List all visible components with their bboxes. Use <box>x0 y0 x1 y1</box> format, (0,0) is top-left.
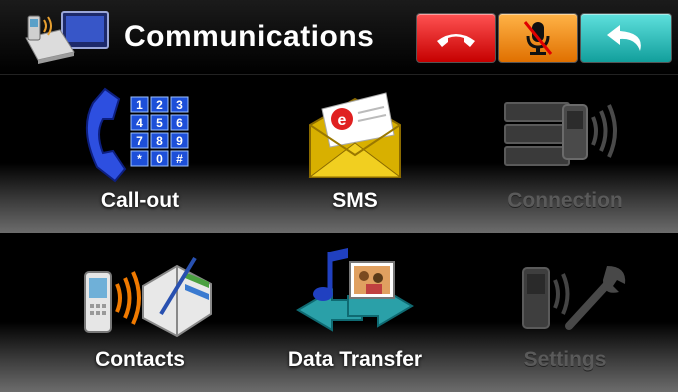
data-transfer-tile[interactable]: Data Transfer <box>255 236 455 392</box>
mute-button[interactable] <box>498 13 578 63</box>
settings-label: Settings <box>523 348 607 371</box>
menu-row-2: Contacts Data Transfer Settings <box>0 236 678 392</box>
header-bar: Communications <box>0 0 678 75</box>
svg-text:2: 2 <box>156 98 163 112</box>
mic-muted-icon <box>523 21 553 55</box>
settings-tile[interactable]: Settings <box>465 236 665 392</box>
data-transfer-label: Data Transfer <box>287 348 423 371</box>
hang-up-icon <box>437 34 475 47</box>
svg-text:e: e <box>338 112 347 129</box>
phone-keypad-icon: 123 456 789 * 0 # <box>85 87 189 183</box>
hang-up-button[interactable] <box>416 13 496 63</box>
communications-screen: Communications 1 2 3 4 5 6 7 8 9 * 0 # C… <box>0 0 678 392</box>
svg-text:8: 8 <box>156 134 163 148</box>
svg-text:#: # <box>176 152 183 166</box>
back-button[interactable] <box>580 13 672 63</box>
connection-tile[interactable]: Connection <box>465 77 665 233</box>
svg-text:*: * <box>137 152 142 166</box>
data-transfer-icon <box>296 248 414 332</box>
call-out-tile[interactable]: 123 456 789 * 0 # Call-out <box>40 77 240 233</box>
svg-text:7: 7 <box>136 134 143 148</box>
svg-text:1: 1 <box>136 98 143 112</box>
svg-text:4: 4 <box>136 116 143 130</box>
sms-label: SMS <box>332 189 378 212</box>
svg-text:5: 5 <box>156 116 163 130</box>
page-title: Communications <box>124 20 375 53</box>
contacts-tile[interactable]: Contacts <box>40 236 240 392</box>
svg-text:6: 6 <box>176 116 183 130</box>
back-arrow-icon <box>607 25 641 51</box>
sms-tile[interactable]: e SMS <box>255 77 455 233</box>
phone-book-signal-icon <box>20 8 112 64</box>
envelope-icon: e <box>308 92 402 178</box>
connection-icon <box>504 102 617 166</box>
contacts-book-icon <box>84 256 212 338</box>
svg-text:9: 9 <box>176 134 183 148</box>
call-out-label: Call-out <box>100 189 180 212</box>
svg-text:3: 3 <box>176 98 183 112</box>
contacts-label: Contacts <box>95 348 185 371</box>
menu-row-1: 123 456 789 * 0 # Call-out e SMS Connect… <box>0 77 678 233</box>
connection-label: Connection <box>507 189 623 212</box>
svg-text:0: 0 <box>156 152 163 166</box>
phone-wrench-icon <box>522 266 626 330</box>
